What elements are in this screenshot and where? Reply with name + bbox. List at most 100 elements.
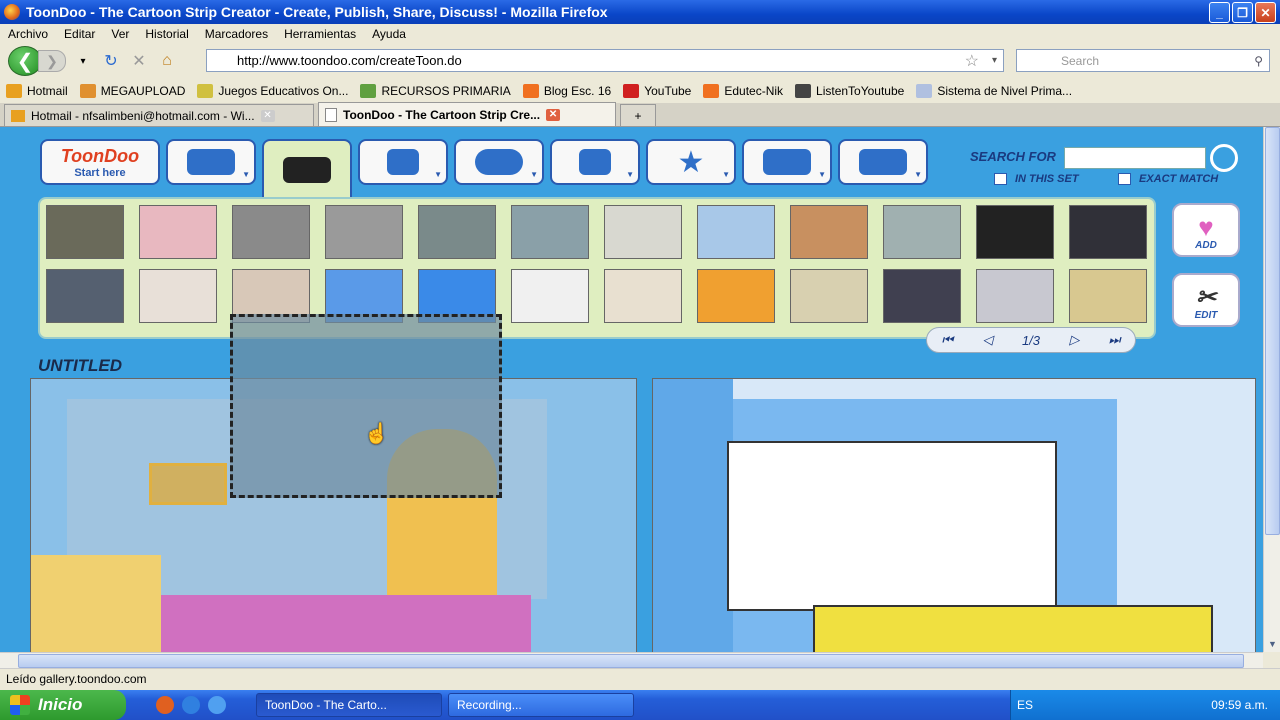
in-this-set-checkbox[interactable]: IN THIS SET <box>994 173 1079 185</box>
menu-marcadores[interactable]: Marcadores <box>205 27 268 41</box>
menu-ayuda[interactable]: Ayuda <box>372 27 406 41</box>
first-page-icon[interactable]: ⏮ <box>942 332 954 348</box>
characters-tab[interactable]: ▼ <box>166 139 256 185</box>
system-tray: ES 09:59 a.m. <box>1010 690 1280 720</box>
menu-herramientas[interactable]: Herramientas <box>284 27 356 41</box>
taskbar-item-recording[interactable]: Recording... <box>448 693 634 717</box>
bookmark-item[interactable]: Blog Esc. 16 <box>522 83 611 98</box>
back-button[interactable]: ❮ <box>8 46 42 76</box>
status-text: Leído gallery.toondoo.com <box>6 671 147 686</box>
background-thumbnail[interactable] <box>418 205 496 259</box>
new-tab-button[interactable]: + <box>620 104 656 126</box>
background-thumbnail[interactable] <box>697 269 775 323</box>
comic-panel-2[interactable] <box>652 378 1256 652</box>
text-tab[interactable]: ▼ <box>550 139 640 185</box>
last-page-icon[interactable]: ⏭ <box>1109 332 1121 348</box>
bookmark-item[interactable]: Juegos Educativos On... <box>197 83 348 98</box>
restore-button[interactable]: ❐ <box>1232 2 1253 23</box>
prev-page-icon[interactable]: ◁ <box>983 332 993 348</box>
edit-button[interactable]: ✂ EDIT <box>1172 273 1240 327</box>
scissors-icon: ✂ <box>1195 284 1217 311</box>
background-thumbnail[interactable] <box>1069 205 1147 259</box>
bookmark-item[interactable]: YouTube <box>623 83 691 98</box>
background-thumbnail[interactable] <box>46 205 124 259</box>
url-bar[interactable]: http://www.toondoo.com/createToon.do ☆ ▾ <box>206 49 1004 72</box>
menu-editar[interactable]: Editar <box>64 27 95 41</box>
tab-hotmail[interactable]: Hotmail - nfsalimbeni@hotmail.com - Wi..… <box>4 104 314 126</box>
strip-title[interactable]: UNTITLED <box>38 356 122 376</box>
background-thumbnail[interactable] <box>139 205 217 259</box>
scroll-down-icon[interactable]: ▼ <box>1265 636 1280 652</box>
background-thumbnail[interactable] <box>511 269 589 323</box>
quicklaunch-firefox-icon[interactable] <box>156 696 174 714</box>
background-thumbnail[interactable] <box>883 269 961 323</box>
bookmark-item[interactable]: Edutec-Nik <box>703 83 783 98</box>
background-thumbnail[interactable] <box>697 205 775 259</box>
background-thumbnail[interactable] <box>46 269 124 323</box>
bookmark-label: RECURSOS PRIMARIA <box>381 83 511 98</box>
drag-selection-box[interactable] <box>230 314 502 498</box>
tab-close-icon[interactable]: ✕ <box>546 108 561 121</box>
quicklaunch-ie-icon[interactable] <box>182 696 200 714</box>
bookmark-item[interactable]: RECURSOS PRIMARIA <box>360 83 511 98</box>
toondoo-toolbar: ToonDoo Start here ▼ ▼ ▼ ▼ ★ ▼ ▼ ▼ <box>40 139 934 199</box>
tray-clock[interactable]: 09:59 a.m. <box>1211 698 1268 712</box>
search-input[interactable]: Search ⚲ <box>1016 49 1270 72</box>
background-thumbnail[interactable] <box>604 269 682 323</box>
background-thumbnail[interactable] <box>139 269 217 323</box>
search-icon[interactable]: ⚲ <box>1254 54 1263 68</box>
bookmark-item[interactable]: Sistema de Nivel Prima... <box>916 83 1073 98</box>
close-button[interactable]: ✕ <box>1255 2 1276 23</box>
vertical-scroll-thumb[interactable] <box>1265 127 1280 535</box>
background-thumbnail[interactable] <box>883 205 961 259</box>
images-tab[interactable]: ▼ <box>742 139 832 185</box>
home-icon[interactable]: ⌂ <box>156 50 178 72</box>
speech-bubbles-tab[interactable]: ▼ <box>454 139 544 185</box>
language-indicator[interactable]: ES <box>1017 698 1033 712</box>
start-button[interactable]: Inicio <box>0 690 126 720</box>
background-thumbnail[interactable] <box>1069 269 1147 323</box>
special-effects-tab[interactable]: ★ ▼ <box>646 139 736 185</box>
background-thumbnail[interactable] <box>976 205 1054 259</box>
bookmark-star-icon[interactable]: ☆ <box>965 51 979 71</box>
reload-icon[interactable]: ↻ <box>100 50 122 72</box>
magnifier-icon[interactable] <box>1210 144 1238 172</box>
exact-match-checkbox[interactable]: EXACT MATCH <box>1118 173 1218 185</box>
layouts-tab[interactable]: ▼ <box>838 139 928 185</box>
horizontal-scroll-thumb[interactable] <box>18 654 1244 668</box>
bookmark-label: Sistema de Nivel Prima... <box>937 83 1073 98</box>
vertical-scrollbar[interactable]: ▼ <box>1263 127 1280 652</box>
add-button[interactable]: ♥ ADD <box>1172 203 1240 257</box>
tab-close-icon[interactable]: ✕ <box>260 109 275 122</box>
background-thumbnail[interactable] <box>790 205 868 259</box>
taskbar-item-toondoo[interactable]: ToonDoo - The Carto... <box>256 693 442 717</box>
quicklaunch-ie2-icon[interactable] <box>208 696 226 714</box>
background-thumbnail[interactable] <box>976 269 1054 323</box>
background-thumbnail[interactable] <box>790 269 868 323</box>
bookmark-item[interactable]: ListenToYoutube <box>795 83 904 98</box>
toondoo-logo-button[interactable]: ToonDoo Start here <box>40 139 160 185</box>
dropdown-history-icon[interactable]: ▾ <box>72 50 94 72</box>
bookmark-item[interactable]: MEGAUPLOAD <box>79 83 185 98</box>
bookmark-label: Hotmail <box>27 83 68 98</box>
props-tab[interactable]: ▼ <box>358 139 448 185</box>
forward-button[interactable]: ❯ <box>38 50 66 72</box>
horizontal-scrollbar[interactable] <box>0 652 1263 668</box>
toondoo-search-input[interactable] <box>1064 147 1206 169</box>
url-dropdown-icon[interactable]: ▾ <box>992 55 997 66</box>
next-page-icon[interactable]: ▷ <box>1069 332 1079 348</box>
layout-icon <box>859 149 907 175</box>
start-here-label: Start here <box>74 166 126 179</box>
menu-ver[interactable]: Ver <box>111 27 129 41</box>
minimize-button[interactable]: _ <box>1209 2 1230 23</box>
bookmark-item[interactable]: Hotmail <box>6 83 68 98</box>
background-thumbnail[interactable] <box>232 205 310 259</box>
backgrounds-tab[interactable] <box>262 139 352 199</box>
background-thumbnail[interactable] <box>511 205 589 259</box>
stop-icon[interactable]: ✕ <box>128 50 150 72</box>
menu-historial[interactable]: Historial <box>145 27 188 41</box>
background-thumbnail[interactable] <box>325 205 403 259</box>
menu-archivo[interactable]: Archivo <box>8 27 48 41</box>
tab-toondoo[interactable]: ToonDoo - The Cartoon Strip Cre... ✕ <box>318 102 616 126</box>
background-thumbnail[interactable] <box>604 205 682 259</box>
